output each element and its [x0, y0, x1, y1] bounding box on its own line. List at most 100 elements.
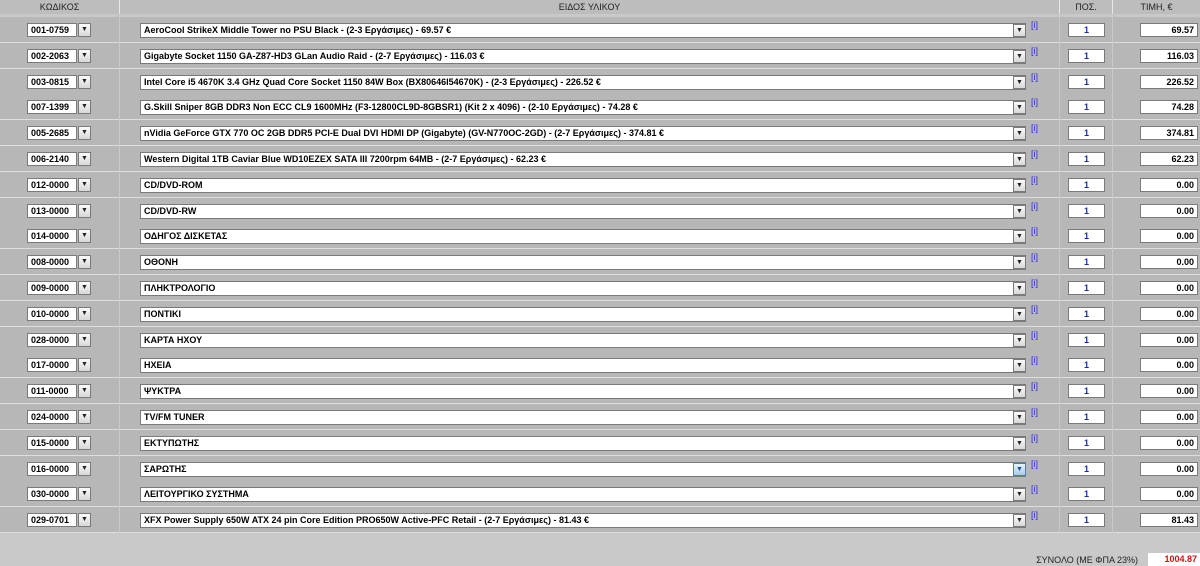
code-select[interactable]: 003-0815 [27, 74, 77, 89]
item-select[interactable]: AeroCool StrikeX Middle Tower no PSU Bla… [140, 23, 1026, 38]
chevron-down-icon[interactable]: ▼ [1013, 307, 1026, 321]
item-select[interactable]: ΚΑΡΤΑ ΗΧΟΥ [140, 332, 1026, 348]
item-select[interactable]: Gigabyte Socket 1150 GA-Z87-HD3 GLan Aud… [140, 48, 1026, 64]
chevron-down-icon[interactable]: ▼ [1013, 75, 1026, 89]
code-select[interactable]: 002-2063 [27, 48, 77, 63]
quantity-input[interactable]: 1 [1068, 513, 1105, 528]
info-link[interactable]: [i] [1031, 304, 1038, 314]
chevron-down-icon[interactable]: ▼ [78, 435, 91, 450]
quantity-input[interactable]: 1 [1068, 332, 1105, 347]
code-select[interactable]: 028-0000 [27, 332, 77, 347]
item-select[interactable]: nVidia GeForce GTX 770 OC 2GB DDR5 PCI-E… [140, 126, 1026, 142]
chevron-down-icon[interactable]: ▼ [1013, 359, 1026, 373]
quantity-input[interactable]: 1 [1068, 487, 1105, 502]
chevron-down-icon[interactable]: ▼ [78, 100, 91, 115]
code-select[interactable]: 005-2685 [27, 126, 77, 141]
info-link[interactable]: [i] [1031, 97, 1038, 107]
info-link[interactable]: [i] [1031, 149, 1038, 159]
chevron-down-icon[interactable]: ▼ [78, 48, 91, 63]
chevron-down-icon[interactable]: ▼ [1013, 282, 1026, 295]
info-link[interactable]: [i] [1031, 355, 1038, 365]
item-select[interactable]: G.Skill Sniper 8GB DDR3 Non ECC CL9 1600… [140, 100, 1026, 116]
info-link[interactable]: [i] [1031, 278, 1038, 288]
code-select[interactable]: 008-0000 [27, 255, 77, 270]
info-link[interactable]: [i] [1031, 123, 1038, 133]
code-select[interactable]: 029-0701 [27, 513, 77, 528]
chevron-down-icon[interactable]: ▼ [78, 358, 91, 373]
item-select[interactable]: ΨΥΚΤΡΑ [140, 384, 1026, 400]
chevron-down-icon[interactable]: ▼ [1013, 385, 1026, 399]
code-select[interactable]: 012-0000 [27, 177, 77, 192]
info-link[interactable]: [i] [1031, 252, 1038, 262]
quantity-input[interactable]: 1 [1068, 100, 1105, 115]
chevron-down-icon[interactable]: ▼ [1013, 230, 1026, 244]
item-select[interactable]: Western Digital 1TB Caviar Blue WD10EZEX… [140, 152, 1026, 167]
item-select[interactable]: CD/DVD-ROM [140, 177, 1026, 193]
item-select[interactable]: ΛΕΙΤΟΥΡΓΙΚΟ ΣΥΣΤΗΜΑ [140, 487, 1026, 503]
chevron-down-icon[interactable]: ▼ [78, 229, 91, 244]
chevron-down-icon[interactable]: ▼ [1013, 204, 1026, 218]
item-select[interactable]: XFX Power Supply 650W ATX 24 pin Core Ed… [140, 513, 1026, 529]
info-link[interactable]: [i] [1031, 226, 1038, 236]
info-link[interactable]: [i] [1031, 20, 1038, 30]
chevron-down-icon[interactable]: ▼ [1013, 411, 1026, 424]
code-select[interactable]: 014-0000 [27, 229, 77, 244]
chevron-down-icon[interactable]: ▼ [78, 74, 91, 89]
chevron-down-icon[interactable]: ▼ [1013, 462, 1026, 476]
chevron-down-icon[interactable]: ▼ [78, 177, 91, 192]
item-select[interactable]: ΠΛΗΚΤΡΟΛΟΓΙΟ [140, 281, 1026, 296]
chevron-down-icon[interactable]: ▼ [1013, 514, 1026, 528]
chevron-down-icon[interactable]: ▼ [78, 384, 91, 399]
quantity-input[interactable]: 1 [1068, 255, 1105, 270]
chevron-down-icon[interactable]: ▼ [78, 203, 91, 218]
chevron-down-icon[interactable]: ▼ [1013, 101, 1026, 115]
chevron-down-icon[interactable]: ▼ [78, 332, 91, 347]
chevron-down-icon[interactable]: ▼ [1013, 488, 1026, 502]
quantity-input[interactable]: 1 [1068, 358, 1105, 373]
info-link[interactable]: [i] [1031, 459, 1038, 469]
item-select[interactable]: Intel Core i5 4670K 3.4 GHz Quad Core So… [140, 74, 1026, 90]
info-link[interactable]: [i] [1031, 484, 1038, 494]
code-select[interactable]: 015-0000 [27, 435, 77, 450]
info-link[interactable]: [i] [1031, 381, 1038, 391]
code-select[interactable]: 009-0000 [27, 281, 77, 295]
chevron-down-icon[interactable]: ▼ [78, 126, 91, 141]
info-link[interactable]: [i] [1031, 330, 1038, 340]
quantity-input[interactable]: 1 [1068, 410, 1105, 424]
info-link[interactable]: [i] [1031, 175, 1038, 185]
info-link[interactable]: [i] [1031, 510, 1038, 520]
item-select[interactable]: ΟΘΟΝΗ [140, 255, 1026, 271]
code-select[interactable]: 006-2140 [27, 152, 77, 166]
code-select[interactable]: 001-0759 [27, 23, 77, 37]
info-link[interactable]: [i] [1031, 201, 1038, 211]
chevron-down-icon[interactable]: ▼ [78, 306, 91, 321]
chevron-down-icon[interactable]: ▼ [78, 410, 91, 424]
info-link[interactable]: [i] [1031, 407, 1038, 417]
code-select[interactable]: 030-0000 [27, 487, 77, 502]
chevron-down-icon[interactable]: ▼ [1013, 436, 1026, 450]
chevron-down-icon[interactable]: ▼ [78, 255, 91, 270]
chevron-down-icon[interactable]: ▼ [1013, 333, 1026, 347]
chevron-down-icon[interactable]: ▼ [1013, 178, 1026, 192]
chevron-down-icon[interactable]: ▼ [78, 513, 91, 528]
item-select[interactable]: ΕΚΤΥΠΩΤΗΣ [140, 435, 1026, 451]
quantity-input[interactable]: 1 [1068, 461, 1105, 476]
quantity-input[interactable]: 1 [1068, 203, 1105, 218]
info-link[interactable]: [i] [1031, 46, 1038, 56]
item-select[interactable]: ΗΧΕΙΑ [140, 358, 1026, 374]
info-link[interactable]: [i] [1031, 72, 1038, 82]
quantity-input[interactable]: 1 [1068, 229, 1105, 244]
quantity-input[interactable]: 1 [1068, 435, 1105, 450]
chevron-down-icon[interactable]: ▼ [1013, 153, 1026, 166]
code-select[interactable]: 016-0000 [27, 461, 77, 476]
chevron-down-icon[interactable]: ▼ [78, 281, 91, 295]
quantity-input[interactable]: 1 [1068, 177, 1105, 192]
code-select[interactable]: 011-0000 [27, 384, 77, 399]
quantity-input[interactable]: 1 [1068, 384, 1105, 399]
item-select[interactable]: ΟΔΗΓΟΣ ΔΙΣΚΕΤΑΣ [140, 229, 1026, 245]
code-select[interactable]: 024-0000 [27, 410, 77, 424]
item-select[interactable]: ΠΟΝΤΙΚΙ [140, 306, 1026, 322]
quantity-input[interactable]: 1 [1068, 152, 1105, 166]
item-select[interactable]: TV/FM TUNER [140, 410, 1026, 425]
code-select[interactable]: 013-0000 [27, 203, 77, 218]
